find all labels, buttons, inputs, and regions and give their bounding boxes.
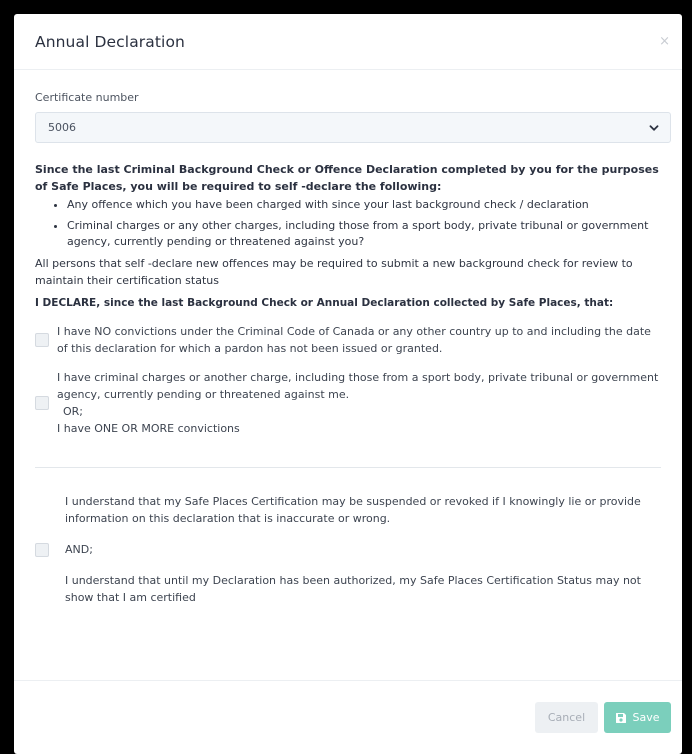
intro-text: Since the last Criminal Background Check… (35, 163, 659, 193)
annual-declaration-dialog: Annual Declaration × Certificate number … (14, 14, 682, 754)
acknowledgement-checkbox[interactable] (35, 542, 49, 557)
certificate-number-select[interactable]: 5006 (35, 112, 671, 143)
certificate-number-value: 5006 (48, 121, 76, 134)
option-no-convictions: I have NO convictions under the Criminal… (35, 323, 661, 357)
acknowledgement-text: I understand that my Safe Places Certifi… (65, 493, 661, 606)
dialog-footer: Cancel Save (14, 680, 682, 754)
and-label: AND; (65, 543, 93, 556)
certificate-number-label: Certificate number (35, 91, 139, 104)
close-icon[interactable]: × (659, 35, 670, 48)
option-acknowledgement: I understand that my Safe Places Certifi… (35, 493, 661, 606)
save-button[interactable]: Save (604, 702, 671, 733)
no-convictions-checkbox[interactable] (35, 333, 49, 347)
list-item: Criminal charges or any other charges, i… (67, 218, 661, 250)
acknowledgement-p1: I understand that my Safe Places Certifi… (65, 495, 641, 525)
or-label: OR; (63, 405, 84, 418)
requirements-list: Any offence which you have been charged … (67, 197, 661, 250)
dialog-header: Annual Declaration × (14, 14, 682, 70)
save-label: Save (632, 711, 660, 724)
list-item: Any offence which you have been charged … (67, 197, 661, 213)
cancel-button[interactable]: Cancel (535, 702, 598, 733)
no-convictions-label: I have NO convictions under the Criminal… (57, 325, 651, 355)
dialog-title: Annual Declaration (35, 32, 185, 51)
convictions-label: I have ONE OR MORE convictions (57, 422, 240, 435)
floppy-disk-icon (616, 712, 627, 723)
self-declare-note: All persons that self -declare new offen… (35, 257, 633, 287)
chevron-down-icon (649, 124, 659, 131)
charges-label-group: I have criminal charges or another charg… (35, 369, 661, 437)
option-charges: I have criminal charges or another charg… (35, 369, 661, 437)
section-divider (35, 467, 661, 468)
acknowledgement-p2: I understand that until my Declaration h… (65, 574, 641, 604)
declare-heading: I DECLARE, since the last Background Che… (35, 297, 614, 309)
charges-label: I have criminal charges or another charg… (57, 371, 659, 401)
dialog-body: Certificate number 5006 Since the last C… (14, 70, 682, 606)
